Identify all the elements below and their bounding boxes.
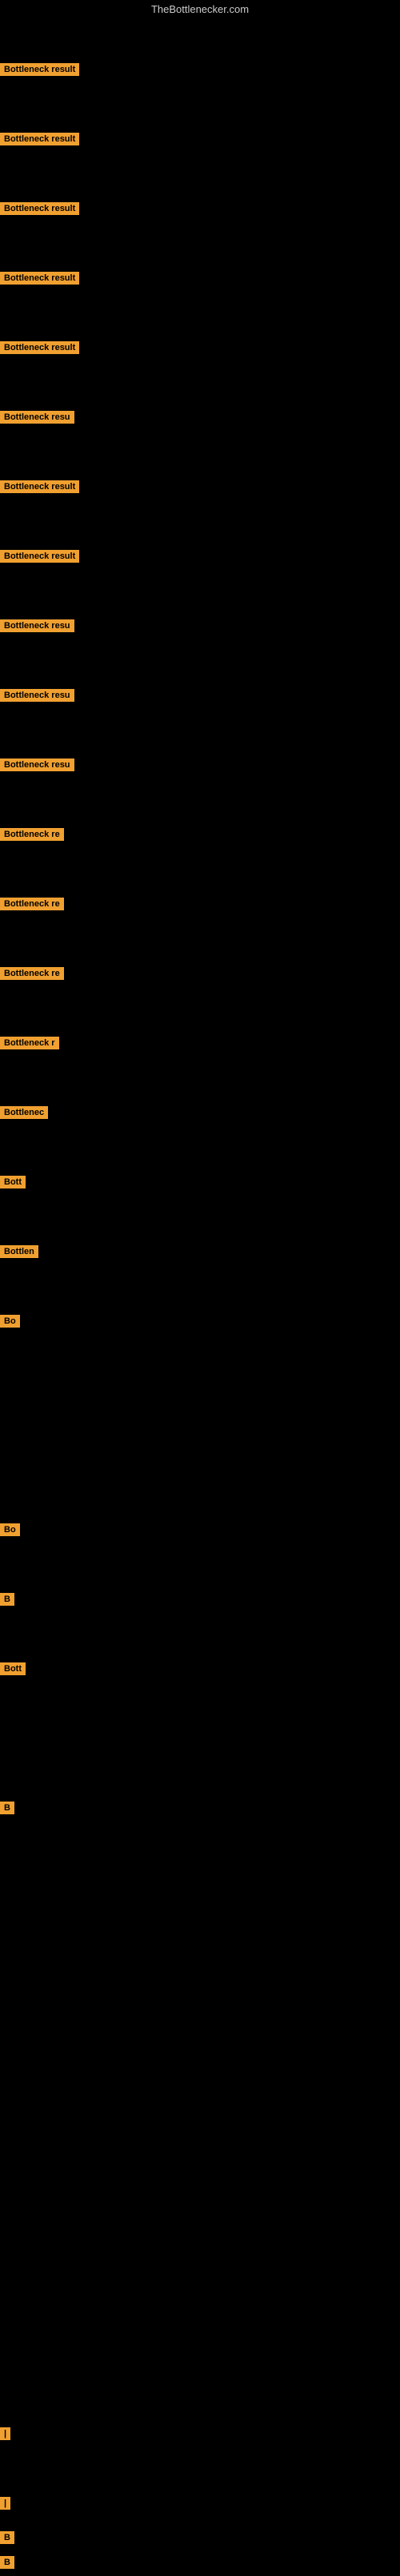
bottleneck-result-label-39: B [0,2531,14,2544]
bottleneck-result-label-38: | [0,2497,10,2510]
bottleneck-result-label-8: Bottleneck result [0,550,79,563]
chart-area: Bottleneck result Bottleneck result Bottle… [0,26,400,2576]
bottleneck-result-label-15: Bottleneck r [0,1037,59,1049]
bottleneck-result-label-40: B [0,2556,14,2569]
bottleneck-result-label-5: Bottleneck result [0,341,79,354]
bottleneck-result-label-24: Bott [0,1662,26,1675]
bottleneck-result-label-35: | [0,2427,10,2440]
bottleneck-result-label-10: Bottleneck resu [0,689,74,702]
bottleneck-result-label-14: Bottleneck re [0,967,64,980]
bottleneck-result-label-1: Bottleneck result [0,63,79,76]
bottleneck-result-label-11: Bottleneck resu [0,758,74,771]
bottleneck-result-label-17: Bott [0,1176,26,1188]
bottleneck-result-label-16: Bottlenec [0,1106,48,1119]
bottleneck-result-label-3: Bottleneck result [0,202,79,215]
bottleneck-result-label-19: Bo [0,1315,20,1328]
bottleneck-result-label-26: B [0,1802,14,1814]
bottleneck-result-label-23: B [0,1593,14,1606]
bottleneck-result-label-22: Bo [0,1523,20,1536]
bottleneck-result-label-2: Bottleneck result [0,133,79,145]
bottleneck-result-label-12: Bottleneck re [0,828,64,841]
bottleneck-result-label-13: Bottleneck re [0,898,64,910]
bottleneck-result-label-4: Bottleneck result [0,272,79,285]
bottleneck-result-label-7: Bottleneck result [0,480,79,493]
bottleneck-result-label-9: Bottleneck resu [0,619,74,632]
site-title: TheBottlenecker.com [0,0,400,18]
bottleneck-result-label-18: Bottlen [0,1245,38,1258]
bottleneck-result-label-6: Bottleneck resu [0,411,74,424]
